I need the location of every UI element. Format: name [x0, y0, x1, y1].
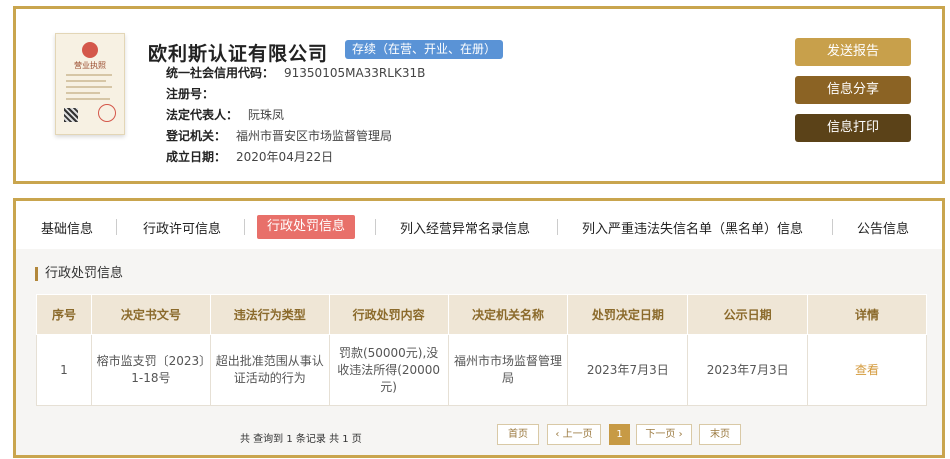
- table-header-row: 序号 决定书文号 违法行为类型 行政处罚内容 决定机关名称 处罚决定日期 公示日…: [36, 294, 927, 335]
- first-page-button[interactable]: 首页: [497, 424, 539, 445]
- info-label: 统一社会信用代码：: [166, 66, 275, 80]
- tab-divider: [244, 219, 245, 235]
- tab-bar: 基础信息 行政许可信息 行政处罚信息 列入经营异常名录信息 列入严重违法失信名单…: [16, 201, 942, 249]
- info-row-reg-number: 注册号：: [166, 85, 224, 103]
- tab-announcements[interactable]: 公告信息: [857, 218, 909, 242]
- share-button[interactable]: 信息分享: [795, 76, 911, 104]
- tab-blacklist[interactable]: 列入严重违法失信名单（黑名单）信息: [582, 218, 803, 242]
- cell-details: 查看: [807, 334, 927, 406]
- company-name: 欧利斯认证有限公司: [148, 43, 329, 65]
- column-header: 行政处罚内容: [328, 294, 449, 335]
- tab-admin-license[interactable]: 行政许可信息: [143, 218, 221, 242]
- tab-divider: [375, 219, 376, 235]
- pagination-summary: 共 查询到 1 条记录 共 1 页: [240, 434, 362, 445]
- info-label: 法定代表人：: [166, 108, 239, 122]
- last-page-button[interactable]: 末页: [699, 424, 741, 445]
- section-title: 行政处罚信息: [35, 267, 123, 281]
- cell-index: 1: [36, 334, 92, 406]
- info-label: 注册号：: [166, 87, 215, 101]
- tab-divider: [116, 219, 117, 235]
- stamp-icon: [98, 104, 116, 122]
- cell-violation-type: 超出批准范围从事认证活动的行为: [209, 334, 330, 406]
- qr-code-icon: [64, 108, 78, 122]
- current-page-button[interactable]: 1: [609, 424, 630, 445]
- license-lettering: 营业执照: [74, 61, 106, 70]
- tab-abnormal-list[interactable]: 列入经营异常名录信息: [400, 218, 530, 242]
- national-emblem-icon: [82, 42, 98, 58]
- business-license-image: 营业执照: [55, 33, 125, 135]
- detail-card: 基础信息 行政许可信息 行政处罚信息 列入经营异常名录信息 列入严重违法失信名单…: [13, 198, 945, 458]
- info-label: 登记机关：: [166, 129, 227, 143]
- tab-admin-penalty[interactable]: 行政处罚信息: [257, 215, 356, 239]
- info-row-founded: 成立日期： 2020年04月22日: [166, 148, 333, 166]
- print-button[interactable]: 信息打印: [795, 114, 911, 142]
- table-row: 1 榕市监支罚〔2023〕1-18号 超出批准范围从事认证活动的行为 罚款(50…: [36, 334, 927, 406]
- prev-page-button[interactable]: ‹ 上一页: [547, 424, 601, 445]
- column-header: 决定机关名称: [447, 294, 569, 335]
- status-badge: 存续（在营、开业、在册）: [345, 40, 504, 59]
- cell-decision-date: 2023年7月3日: [567, 334, 689, 406]
- info-row-legal-rep: 法定代表人： 阮珠凤: [166, 106, 284, 124]
- column-header: 违法行为类型: [209, 294, 330, 335]
- column-header: 决定书文号: [90, 294, 211, 335]
- info-label: 成立日期：: [166, 150, 227, 164]
- column-header: 序号: [36, 294, 92, 335]
- info-row-credit-code: 统一社会信用代码： 91350105MA33RLK31B: [166, 64, 425, 82]
- info-row-authority: 登记机关： 福州市晋安区市场监督管理局: [166, 127, 392, 145]
- company-card: 营业执照 欧利斯认证有限公司 存续（在营、开业、在册） 统一社会信用代码： 913…: [13, 6, 945, 184]
- cell-authority: 福州市市场监督管理局: [447, 334, 569, 406]
- penalty-table: 序号 决定书文号 违法行为类型 行政处罚内容 决定机关名称 处罚决定日期 公示日…: [36, 294, 927, 406]
- info-value: 阮珠凤: [248, 108, 285, 122]
- info-value: 福州市晋安区市场监督管理局: [236, 129, 393, 143]
- info-value: 2020年04月22日: [236, 150, 334, 164]
- tab-basic-info[interactable]: 基础信息: [41, 218, 93, 242]
- tab-divider: [557, 219, 558, 235]
- cell-penalty-content: 罚款(50000元),没收违法所得(20000元): [328, 334, 449, 406]
- cell-decision-number: 榕市监支罚〔2023〕1-18号: [90, 334, 211, 406]
- column-header: 公示日期: [687, 294, 809, 335]
- cell-publish-date: 2023年7月3日: [687, 334, 809, 406]
- column-header: 详情: [807, 294, 927, 335]
- next-page-button[interactable]: 下一页 ›: [636, 424, 692, 445]
- column-header: 处罚决定日期: [567, 294, 689, 335]
- info-value: 91350105MA33RLK31B: [284, 66, 426, 80]
- tab-divider: [832, 219, 833, 235]
- view-details-link[interactable]: 查看: [855, 363, 879, 377]
- send-report-button[interactable]: 发送报告: [795, 38, 911, 66]
